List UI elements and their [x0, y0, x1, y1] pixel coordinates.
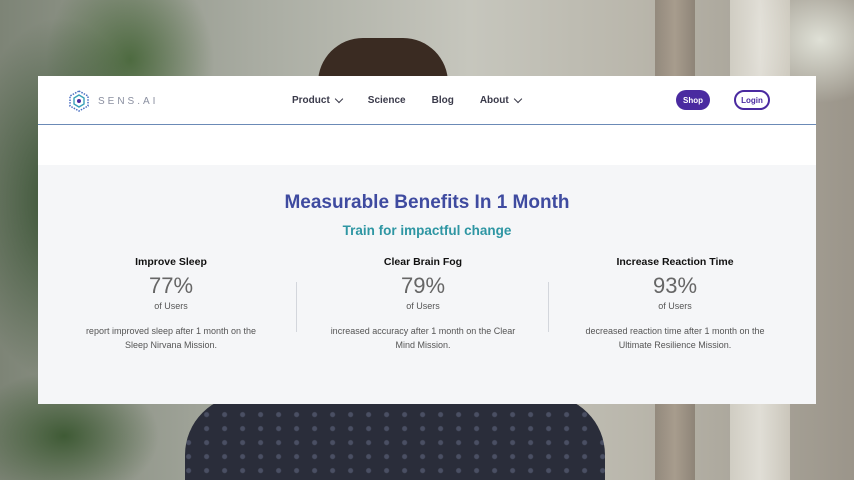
nav-item-about[interactable]: About [479, 94, 522, 106]
sensai-logo-icon [69, 90, 89, 112]
section-subhead: Train for impactful change [342, 223, 512, 238]
nav-item-science[interactable]: Science [368, 95, 406, 106]
stat-title: Increase Reaction Time [616, 256, 734, 268]
chevron-down-icon [513, 94, 522, 103]
background-person-shirt [185, 395, 605, 480]
stat-description-line: Ultimate Resilience Mission. [618, 340, 732, 350]
nav-item-label: Science [367, 94, 406, 106]
stat-card-sleep: Improve Sleep 77% of Users report improv… [51, 256, 291, 352]
chevron-down-icon [334, 94, 344, 103]
stat-divider [296, 282, 297, 332]
brand-logo-link[interactable]: SENS.AI [68, 90, 158, 112]
stat-percentage: 77% [148, 273, 194, 298]
section-headline: Measurable Benefits In 1 Month [284, 192, 570, 213]
stat-description-line: decreased reaction time after 1 month on… [585, 326, 765, 336]
shop-button[interactable]: Shop [676, 90, 710, 110]
stat-description-line: increased accuracy after 1 month on the … [330, 326, 516, 336]
stat-divider [548, 282, 549, 332]
nav-item-product[interactable]: Product [292, 94, 344, 106]
website-panel: SENS.AI Product Science Blog About Shop … [38, 76, 816, 404]
nav-item-label: Blog [431, 94, 454, 106]
header: SENS.AI Product Science Blog About Shop … [38, 76, 816, 125]
stat-unit: of Users [658, 301, 692, 311]
nav-item-blog[interactable]: Blog [432, 95, 454, 106]
stat-percentage: 93% [652, 273, 698, 298]
stat-description: report improved sleep after 1 month on t… [51, 324, 291, 352]
main-nav: Product Science Blog About [292, 76, 522, 124]
stat-description: decreased reaction time after 1 month on… [555, 324, 795, 352]
nav-item-label: Product [292, 94, 330, 106]
stat-unit: of Users [154, 301, 188, 311]
stat-title: Clear Brain Fog [383, 256, 463, 268]
stat-title: Improve Sleep [135, 256, 207, 268]
stat-unit: of Users [406, 301, 440, 311]
stat-card-brain-fog: Clear Brain Fog 79% of Users increased a… [303, 256, 543, 352]
stat-description-line: Mind Mission. [395, 340, 451, 350]
stat-percentage: 79% [400, 273, 446, 298]
nav-item-label: About [479, 94, 509, 106]
brand-wordmark: SENS.AI [98, 95, 159, 107]
login-button[interactable]: Login [734, 90, 770, 110]
stat-description: increased accuracy after 1 month on the … [303, 324, 543, 352]
stat-card-reaction-time: Increase Reaction Time 93% of Users decr… [555, 256, 795, 352]
stat-description-line: report improved sleep after 1 month on t… [85, 326, 257, 336]
stat-description-line: Sleep Nirvana Mission. [124, 340, 218, 350]
header-spacer [38, 125, 816, 165]
